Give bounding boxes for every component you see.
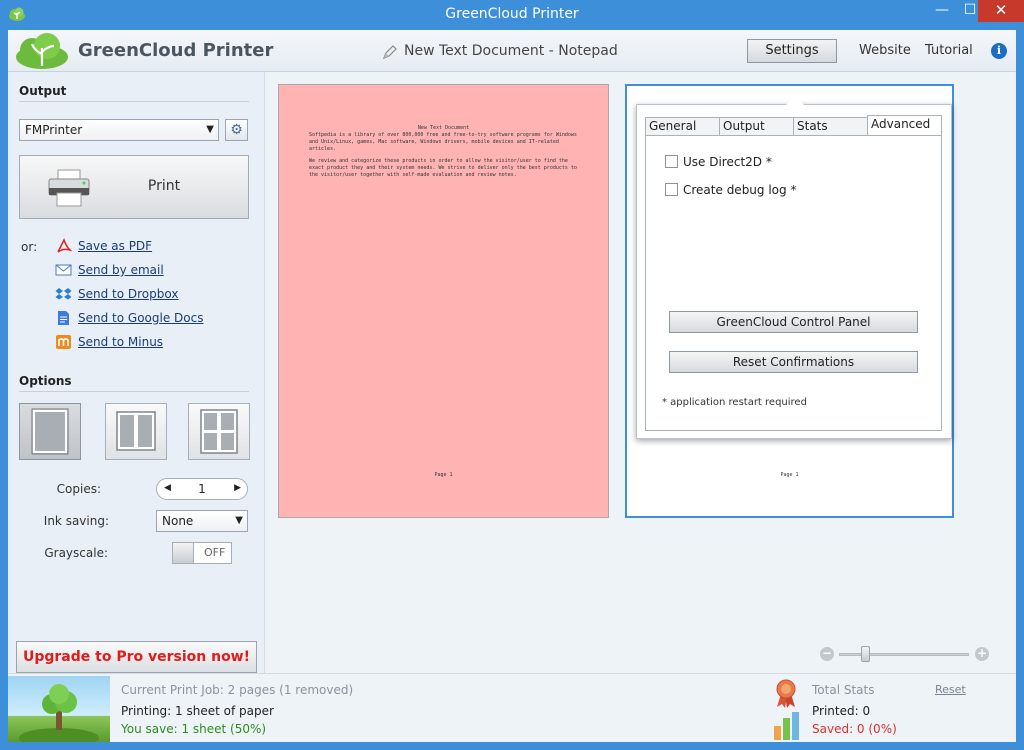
popup-pointer [786, 96, 804, 105]
minus-icon [56, 335, 71, 349]
document-title-text: New Text Document - Notepad [404, 43, 618, 59]
title-bar[interactable]: GreenCloud Printer — ☐ ✕ [0, 0, 1024, 30]
dropbox-icon [55, 288, 72, 300]
printer-settings-gear-icon[interactable]: ⚙ [225, 119, 248, 141]
saved-count: Saved: 0 (0%) [812, 722, 897, 736]
print-button[interactable]: Print [19, 155, 249, 219]
website-link[interactable]: Website [859, 43, 911, 58]
send-to-dropbox-link[interactable]: Send to Dropbox [78, 287, 178, 301]
chevron-down-icon: ▼ [206, 124, 214, 135]
grayscale-toggle[interactable]: OFF [172, 542, 232, 564]
or-label: or: [21, 240, 38, 254]
settings-popup: General Output Stats Advanced Use Direct… [636, 96, 952, 439]
google-docs-icon [58, 311, 69, 325]
layout-single-page-button[interactable] [19, 403, 81, 460]
two-pages-icon [116, 411, 156, 451]
tab-stats[interactable]: Stats [793, 117, 868, 135]
page-1-title: New Text Document [417, 125, 470, 131]
zoom-out-icon[interactable]: − [820, 647, 834, 661]
four-pages-icon [200, 409, 238, 454]
window-title: GreenCloud Printer [445, 6, 579, 22]
preview-page-1[interactable]: New Text Document Softpedia is a library… [278, 84, 609, 518]
toggle-knob[interactable] [173, 543, 194, 563]
info-icon[interactable]: i [991, 43, 1007, 59]
tree-cloud-icon [19, 684, 99, 742]
settings-button[interactable]: Settings [747, 39, 837, 63]
tab-output[interactable]: Output [719, 117, 794, 135]
output-section-title: Output [19, 84, 67, 98]
tutorial-link[interactable]: Tutorial [925, 43, 973, 58]
printed-count: Printed: 0 [812, 704, 871, 718]
debug-log-label: Create debug log * [683, 183, 797, 197]
client-area: GreenCloud Printer New Text Document - N… [8, 30, 1016, 742]
pdf-icon [57, 238, 72, 253]
total-stats-label: Total Stats [812, 683, 875, 697]
upgrade-to-pro-button[interactable]: Upgrade to Pro version now! [16, 641, 257, 673]
send-by-email-link[interactable]: Send by email [78, 263, 164, 277]
options-section-title: Options [19, 374, 72, 388]
copies-label: Copies: [56, 482, 101, 496]
use-direct2d-checkbox[interactable] [665, 155, 678, 168]
current-print-job-text: Current Print Job: 2 pages (1 removed) [121, 683, 354, 697]
document-title: New Text Document - Notepad [382, 43, 618, 60]
medal-icon [776, 679, 796, 708]
send-to-minus-link[interactable]: Send to Minus [78, 335, 163, 349]
page-2-number: Page 1 [780, 472, 799, 478]
grayscale-state: OFF [204, 546, 226, 559]
settings-tabs: General Output Stats Advanced [645, 115, 942, 136]
close-button[interactable]: ✕ [978, 0, 1024, 22]
tab-advanced[interactable]: Advanced [867, 115, 942, 136]
grayscale-label: Grayscale: [44, 546, 108, 560]
print-button-label: Print [147, 178, 181, 194]
debug-log-checkbox[interactable] [665, 183, 678, 196]
ink-saving-value: None [162, 514, 194, 528]
printing-text: Printing: 1 sheet of paper [121, 704, 274, 718]
reset-confirmations-button[interactable]: Reset Confirmations [669, 351, 918, 373]
send-to-google-docs-link[interactable]: Send to Google Docs [78, 311, 203, 325]
tab-general[interactable]: General [645, 117, 720, 135]
layout-two-pages-button[interactable] [105, 403, 167, 460]
header-bar: GreenCloud Printer New Text Document - N… [8, 30, 1016, 72]
greencloud-control-panel-button[interactable]: GreenCloud Control Panel [669, 311, 918, 333]
pencil-icon [382, 45, 397, 60]
ink-saving-select[interactable]: None ▼ [156, 510, 248, 532]
printer-select-value: FMPrinter [25, 123, 83, 137]
footer-tree-image [8, 676, 110, 742]
printer-select[interactable]: FMPrinter ▼ [19, 119, 219, 141]
greencloud-logo-icon [16, 33, 68, 69]
sidebar: Output FMPrinter ▼ ⚙ Print or: Save as P… [8, 72, 265, 673]
zoom-control: − + [820, 644, 990, 664]
reset-stats-link[interactable]: Reset [935, 683, 966, 696]
use-direct2d-label: Use Direct2D * [683, 155, 772, 169]
copies-stepper[interactable]: ◀ 1 ▶ [156, 478, 248, 500]
chevron-down-icon: ▼ [235, 515, 243, 526]
single-page-icon [31, 408, 69, 455]
options-divider [19, 391, 249, 392]
layout-four-pages-button[interactable] [188, 403, 250, 460]
zoom-in-icon[interactable]: + [975, 647, 989, 661]
app-window: GreenCloud Printer — ☐ ✕ GreenCloud Prin… [0, 0, 1024, 750]
page-1-paragraph-1: Softpedia is a library of over 800,000 f… [309, 132, 577, 152]
zoom-slider-track[interactable] [839, 653, 969, 656]
advanced-tab-panel: Use Direct2D * Create debug log * GreenC… [645, 135, 942, 431]
output-divider [19, 101, 249, 102]
stats-bars-icon [774, 712, 799, 740]
increment-arrow-icon[interactable]: ▶ [234, 483, 241, 493]
email-icon [55, 264, 72, 276]
page-1-paragraph-2: We review and categorize these products … [309, 158, 577, 178]
ink-saving-label: Ink saving: [43, 514, 109, 528]
you-save-text: You save: 1 sheet (50%) [121, 722, 267, 736]
status-footer: Current Print Job: 2 pages (1 removed) P… [8, 673, 1016, 742]
brand-name: GreenCloud Printer [78, 40, 274, 61]
restart-note: * application restart required [662, 397, 807, 408]
page-1-number: Page 1 [434, 472, 453, 478]
minimize-button[interactable]: — [928, 0, 956, 22]
save-as-pdf-link[interactable]: Save as PDF [78, 239, 152, 253]
zoom-slider-thumb[interactable] [861, 646, 870, 662]
